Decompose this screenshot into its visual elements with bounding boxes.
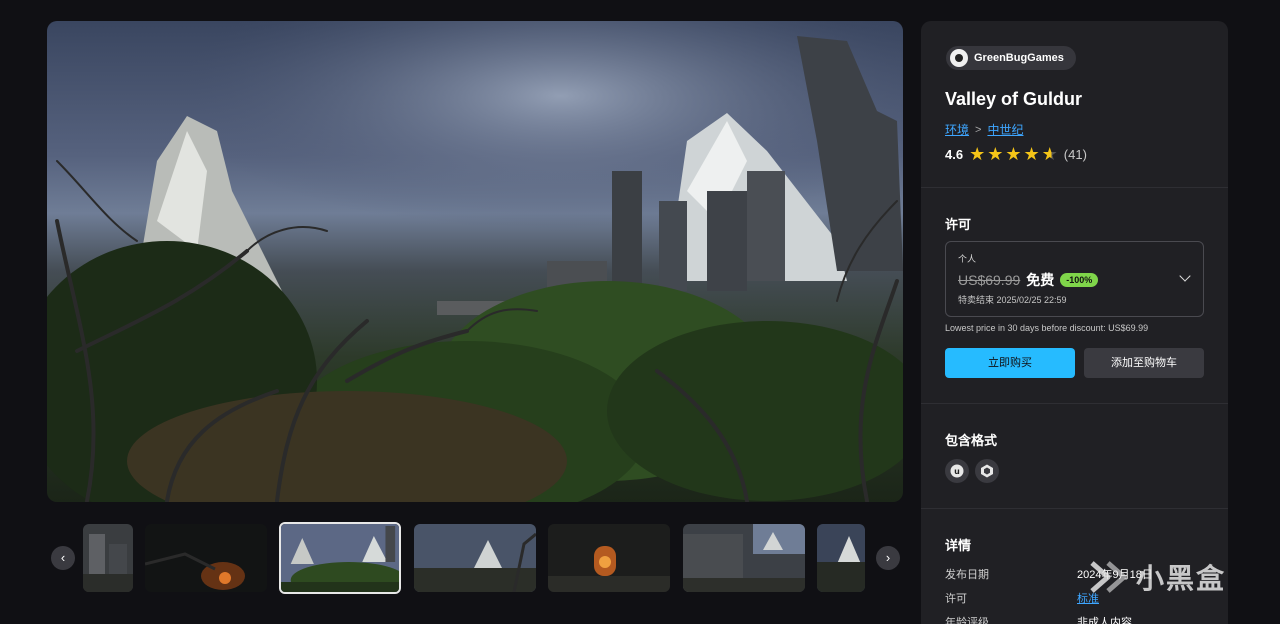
thumbnail-3[interactable] bbox=[279, 522, 401, 594]
formats-heading: 包含格式 bbox=[945, 433, 998, 448]
publisher-badge[interactable]: GreenBugGames bbox=[946, 46, 1076, 70]
original-price: US$69.99 bbox=[958, 272, 1021, 288]
thumbnail-7[interactable] bbox=[817, 524, 865, 592]
format-icons: u bbox=[945, 459, 999, 483]
thumbnail-list bbox=[83, 520, 865, 596]
thumbnail-6[interactable] bbox=[683, 524, 805, 592]
thumbnail-strip: ‹ › bbox=[47, 520, 903, 596]
ruins-scene-illustration bbox=[47, 21, 903, 502]
thumbnail-5[interactable] bbox=[548, 524, 670, 592]
formats-section: 包含格式 bbox=[921, 404, 1228, 509]
sale-end-time: 特卖结束 2025/02/25 22:59 bbox=[958, 295, 1067, 305]
detail-label-age-rating: 年龄评级 bbox=[945, 617, 989, 624]
discount-badge: -100% bbox=[1060, 273, 1099, 287]
unreal-engine-icon[interactable]: u bbox=[945, 459, 969, 483]
star-icon: ★ bbox=[1005, 144, 1022, 164]
rating-value: 4.6 bbox=[945, 146, 964, 162]
svg-text:u: u bbox=[954, 467, 960, 476]
unity-icon[interactable] bbox=[975, 459, 999, 483]
product-title: Valley of Guldur bbox=[945, 89, 1083, 109]
thumbnail-2[interactable] bbox=[145, 524, 267, 592]
main-preview-image[interactable] bbox=[47, 21, 903, 502]
next-image-button[interactable]: › bbox=[876, 546, 900, 570]
breadcrumb-medieval[interactable]: 中世纪 bbox=[987, 121, 1023, 138]
breadcrumb: 环境 > 中世纪 bbox=[945, 121, 1023, 138]
add-to-cart-button[interactable]: 添加至购物车 bbox=[1084, 348, 1204, 378]
previous-image-button[interactable]: ‹ bbox=[51, 546, 75, 570]
buy-now-button[interactable]: 立即购买 bbox=[945, 348, 1075, 378]
rating-count: (41) bbox=[1063, 146, 1087, 162]
detail-label-release-date: 发布日期 bbox=[945, 569, 989, 581]
thumbnail-4[interactable] bbox=[414, 524, 536, 592]
star-icon: ★ bbox=[1023, 144, 1040, 164]
watermark-text: 小黑盒 bbox=[1136, 563, 1227, 594]
current-price: 免费 bbox=[1026, 272, 1055, 288]
detail-value-age-rating: 非成人内容 bbox=[1077, 617, 1132, 624]
license-selector[interactable]: 个人 US$69.99 免费 -100% 特卖结束 2025/02/25 22:… bbox=[945, 241, 1204, 317]
details-heading: 详情 bbox=[945, 538, 972, 553]
detail-label-license: 许可 bbox=[945, 593, 967, 605]
product-header: GreenBugGames Valley of Guldur 环境 > 中世纪 … bbox=[921, 21, 1228, 188]
product-info-panel: GreenBugGames Valley of Guldur 环境 > 中世纪 … bbox=[921, 21, 1228, 624]
chevron-right-icon: > bbox=[975, 123, 982, 136]
chevron-right-icon: › bbox=[885, 550, 891, 565]
star-icon: ★ bbox=[987, 144, 1004, 164]
watermark: 小黑盒 bbox=[1088, 557, 1226, 597]
publisher-logo-icon bbox=[950, 49, 968, 67]
license-heading: 许可 bbox=[945, 217, 972, 232]
thumbnail-1[interactable] bbox=[83, 524, 133, 592]
price-row: US$69.99 免费 -100% bbox=[958, 270, 1099, 290]
rating-stars: ★ ★ ★ ★ ★ bbox=[969, 145, 1058, 163]
publisher-name: GreenBugGames bbox=[974, 52, 1064, 64]
lowest-price-note: Lowest price in 30 days before discount:… bbox=[945, 323, 1149, 333]
chevron-left-icon: ‹ bbox=[60, 550, 66, 565]
breadcrumb-environment[interactable]: 环境 bbox=[945, 121, 969, 138]
license-type: 个人 bbox=[958, 254, 977, 264]
xiaoheihe-logo-icon bbox=[1090, 561, 1127, 593]
rating[interactable]: 4.6 ★ ★ ★ ★ ★ (41) bbox=[945, 145, 1087, 163]
star-icon: ★ bbox=[969, 144, 986, 164]
star-half-icon: ★ bbox=[1041, 144, 1058, 164]
chevron-down-icon bbox=[1179, 270, 1191, 282]
